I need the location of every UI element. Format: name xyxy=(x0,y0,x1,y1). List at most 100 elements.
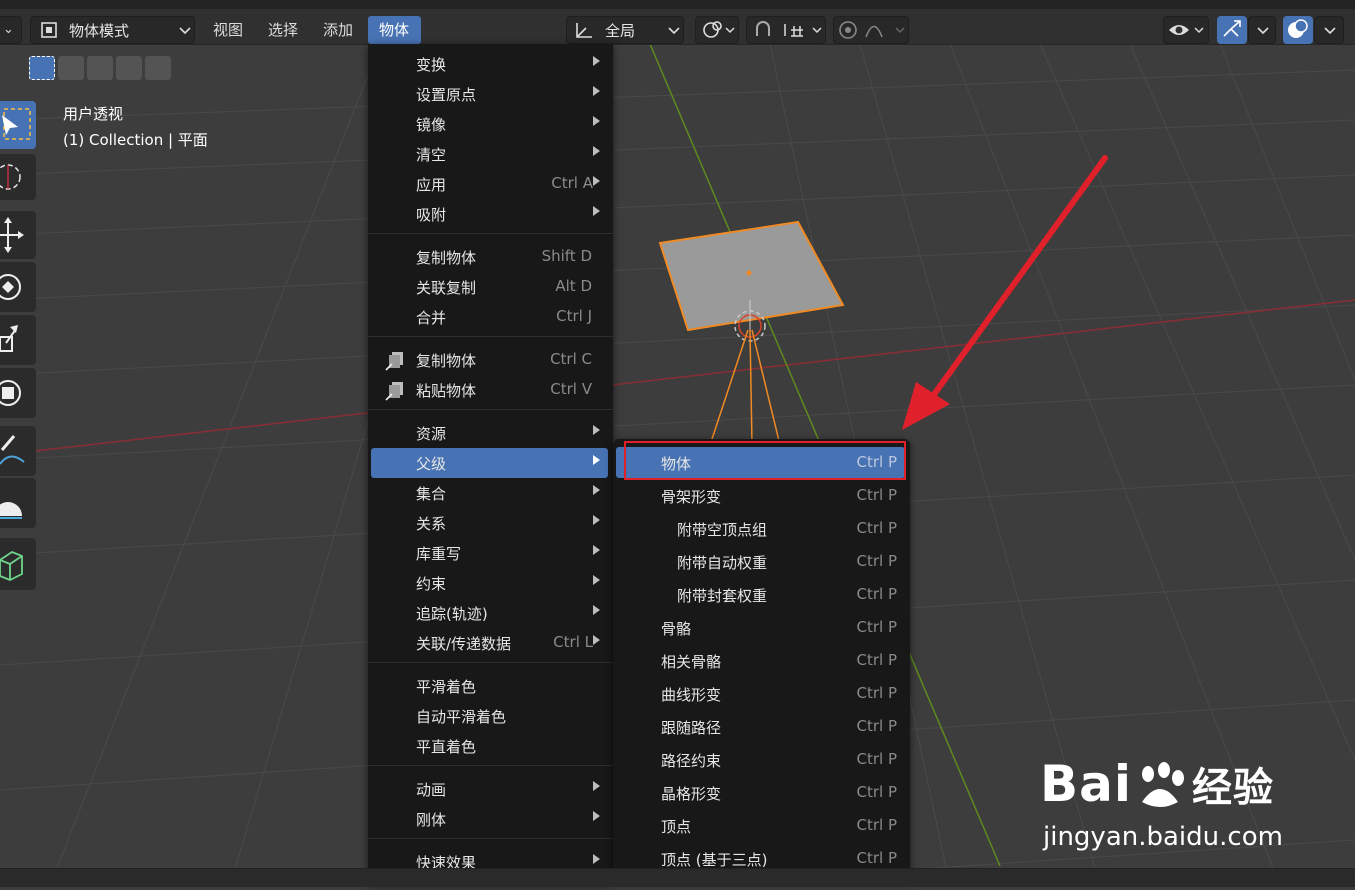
menu-item-label: 吸附 xyxy=(416,206,447,224)
transform-orientation-dropdown[interactable]: 全局 xyxy=(566,16,684,44)
menu-item-label: 集合 xyxy=(416,485,447,503)
select-new-icon[interactable] xyxy=(29,56,55,80)
submenu-item-label: 附带自动权重 xyxy=(677,554,768,572)
visibility-dropdown[interactable] xyxy=(1163,16,1209,44)
menu-select[interactable]: 选择 xyxy=(268,19,298,40)
mode-dropdown[interactable]: 物体模式 xyxy=(30,16,195,44)
submenu-item-shortcut: Ctrl P xyxy=(856,684,897,702)
gizmo-toggle[interactable] xyxy=(1217,16,1247,44)
tool-add-cube[interactable] xyxy=(0,538,36,590)
parent-submenu-item[interactable]: 曲线形变 Ctrl P xyxy=(616,678,905,709)
pivot-dropdown[interactable] xyxy=(695,16,739,44)
tool-scale[interactable] xyxy=(0,315,36,365)
select-subtract-icon[interactable] xyxy=(87,56,113,80)
object-menu-item[interactable]: 资源 xyxy=(371,418,608,448)
parent-submenu-item[interactable]: 顶点 Ctrl P xyxy=(616,810,905,841)
paw-icon xyxy=(1132,761,1192,810)
menu-separator xyxy=(368,662,613,663)
parent-submenu-item[interactable]: 骨骼 Ctrl P xyxy=(616,612,905,643)
editor-type-dropdown[interactable]: ⌄ xyxy=(0,16,22,44)
parent-submenu-item[interactable]: 路径约束 Ctrl P xyxy=(616,744,905,775)
object-menu: 变换 设置原点镜像清空 应用 Ctrl A 吸附复制物体 Shift D 关联复制 Alt D… xyxy=(368,44,613,884)
selection-mode-buttons xyxy=(29,56,171,80)
object-menu-item[interactable]: 动画 xyxy=(371,774,608,804)
gizmo-dropdown[interactable] xyxy=(1248,16,1276,44)
object-menu-item[interactable]: 平滑着色 xyxy=(371,671,608,701)
menu-item-label: 粘贴物体 xyxy=(416,382,477,400)
submenu-item-label: 晶格形变 xyxy=(661,785,722,803)
object-menu-item[interactable]: 应用 Ctrl A xyxy=(371,169,608,199)
object-menu-item[interactable]: 清空 xyxy=(371,139,608,169)
copy-icon xyxy=(384,350,406,376)
submenu-item-label: 附带空顶点组 xyxy=(677,521,768,539)
object-menu-item[interactable]: 关联复制 Alt D xyxy=(371,272,608,302)
object-menu-item[interactable]: 关联/传递数据 Ctrl L xyxy=(371,628,608,658)
tool-annotate[interactable] xyxy=(0,426,36,476)
parent-submenu-item[interactable]: 骨架形变 Ctrl P xyxy=(616,480,905,511)
object-menu-item[interactable]: 约束 xyxy=(371,568,608,598)
tool-transform[interactable] xyxy=(0,368,36,418)
parent-submenu-item[interactable]: 附带自动权重 Ctrl P xyxy=(616,546,905,577)
submenu-item-shortcut: Ctrl P xyxy=(856,519,897,537)
object-menu-item[interactable]: 库重写 xyxy=(371,538,608,568)
tool-measure[interactable] xyxy=(0,478,36,528)
tool-move[interactable] xyxy=(0,211,36,259)
menu-item-label: 合并 xyxy=(416,309,447,327)
submenu-item-label: 路径约束 xyxy=(661,752,722,770)
tool-cursor[interactable] xyxy=(0,154,36,200)
proportional-editing[interactable] xyxy=(833,16,909,44)
object-menu-item[interactable]: 镜像 xyxy=(371,109,608,139)
submenu-item-shortcut: Ctrl P xyxy=(856,585,897,603)
snap-controls[interactable] xyxy=(746,16,826,44)
submenu-item-shortcut: Ctrl P xyxy=(856,552,897,570)
collection-info-label: (1) Collection | 平面 xyxy=(63,131,208,149)
select-intersect-icon[interactable] xyxy=(145,56,171,80)
menu-item-label: 镜像 xyxy=(416,116,447,134)
object-menu-item[interactable]: 父级 xyxy=(371,448,608,478)
object-menu-item[interactable]: 合并 Ctrl J xyxy=(371,302,608,332)
submenu-arrow-icon xyxy=(593,781,600,791)
menu-add[interactable]: 添加 xyxy=(323,19,353,40)
parent-submenu-item[interactable]: 物体 Ctrl P xyxy=(616,447,905,478)
submenu-item-label: 骨骼 xyxy=(661,620,692,638)
object-menu-item[interactable]: 复制物体 Ctrl C xyxy=(371,345,608,375)
submenu-item-label: 顶点 xyxy=(661,818,692,836)
menu-object[interactable]: 物体 xyxy=(368,16,421,44)
object-menu-item[interactable]: 关系 xyxy=(371,508,608,538)
menu-item-label: 复制物体 xyxy=(416,249,477,267)
parent-submenu-item[interactable]: 晶格形变 Ctrl P xyxy=(616,777,905,808)
parent-submenu-item[interactable]: 相关骨骼 Ctrl P xyxy=(616,645,905,676)
object-menu-item[interactable]: 吸附 xyxy=(371,199,608,229)
tool-rotate[interactable] xyxy=(0,262,36,312)
object-menu-item[interactable]: 自动平滑着色 xyxy=(371,701,608,731)
select-extend-icon[interactable] xyxy=(58,56,84,80)
overlays-toggle[interactable] xyxy=(1283,16,1313,44)
object-menu-item[interactable]: 追踪(轨迹) xyxy=(371,598,608,628)
eye-icon xyxy=(1169,25,1204,35)
select-invert-icon[interactable] xyxy=(116,56,142,80)
object-menu-item[interactable]: 变换 xyxy=(371,49,608,79)
tool-select-box[interactable] xyxy=(0,101,36,149)
object-menu-item[interactable]: 集合 xyxy=(371,478,608,508)
transform-icon xyxy=(0,380,21,406)
object-menu-item[interactable]: 粘贴物体 Ctrl V xyxy=(371,375,608,405)
submenu-item-label: 顶点 (基于三点) xyxy=(661,851,768,869)
object-menu-item[interactable]: 复制物体 Shift D xyxy=(371,242,608,272)
submenu-arrow-icon xyxy=(593,515,600,525)
parent-submenu-item[interactable]: 附带空顶点组 Ctrl P xyxy=(616,513,905,544)
menu-item-label: 关系 xyxy=(416,515,447,533)
parent-submenu-item[interactable]: 附带封套权重 Ctrl P xyxy=(616,579,905,610)
object-menu-item[interactable]: 平直着色 xyxy=(371,731,608,761)
submenu-arrow-icon xyxy=(593,206,600,216)
mode-label: 物体模式 xyxy=(69,22,130,40)
watermark-brand-text: Bai xyxy=(1040,755,1132,813)
chevron-down-icon: ⌄ xyxy=(3,22,14,37)
overlays-dropdown[interactable] xyxy=(1314,16,1344,44)
menu-item-label: 关联/传递数据 xyxy=(416,635,512,653)
chevron-down-icon xyxy=(1257,27,1269,35)
parent-submenu-item[interactable]: 跟随路径 Ctrl P xyxy=(616,711,905,742)
object-menu-item[interactable]: 刚体 xyxy=(371,804,608,834)
submenu-arrow-icon xyxy=(593,176,600,186)
object-menu-item[interactable]: 设置原点 xyxy=(371,79,608,109)
menu-view[interactable]: 视图 xyxy=(213,19,243,40)
